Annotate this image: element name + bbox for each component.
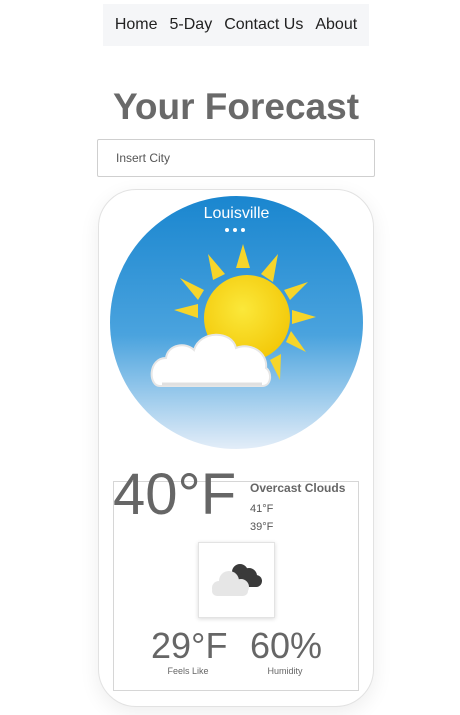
- high-temperature: 41°F: [250, 503, 274, 515]
- nav-link-about[interactable]: About: [315, 16, 357, 34]
- humidity-label: Humidity: [267, 666, 303, 676]
- city-name: Louisville: [203, 205, 270, 222]
- top-nav: Home 5-Day Contact Us About: [103, 4, 369, 46]
- weather-description: Overcast Clouds: [250, 481, 346, 495]
- carousel-dot[interactable]: [233, 228, 237, 232]
- nav-link-contact-us[interactable]: Contact Us: [224, 16, 303, 34]
- nav-link-home[interactable]: Home: [115, 16, 158, 34]
- humidity-value: 60%: [250, 625, 323, 666]
- carousel-dot[interactable]: [241, 228, 245, 232]
- current-temperature: 40°F: [113, 462, 237, 527]
- feels-like-value: 29°F: [151, 625, 228, 666]
- feels-like-label: Feels Like: [167, 666, 209, 676]
- city-search-input[interactable]: [97, 139, 375, 177]
- overcast-clouds-icon: [212, 564, 262, 596]
- carousel-dots[interactable]: [225, 228, 249, 234]
- weather-icon-tile: [198, 542, 275, 618]
- nav-link-5-day[interactable]: 5-Day: [170, 16, 213, 34]
- low-temperature: 39°F: [250, 521, 274, 533]
- page-title: Your Forecast: [112, 86, 360, 127]
- carousel-dot[interactable]: [225, 228, 229, 232]
